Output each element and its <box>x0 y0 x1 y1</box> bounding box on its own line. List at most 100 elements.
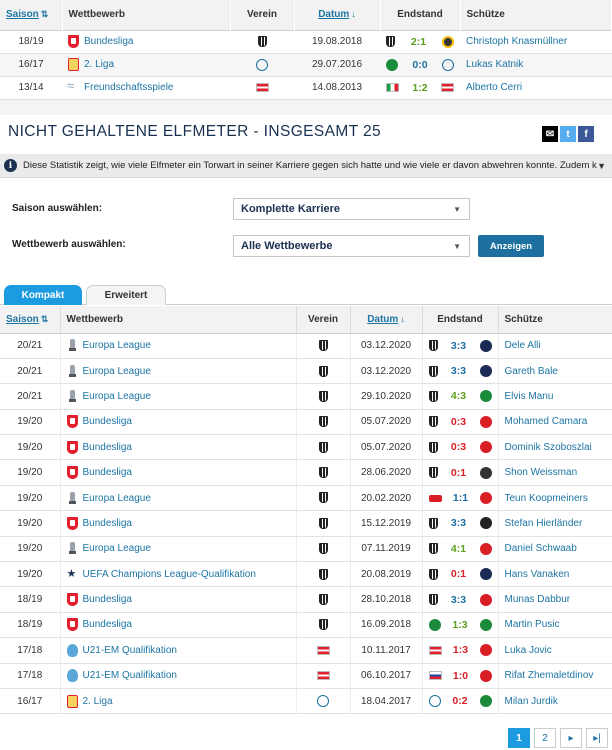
twitter-icon[interactable]: t <box>560 126 576 142</box>
page-2-button[interactable]: 2 <box>534 728 556 748</box>
competition-cell[interactable]: Europa League <box>60 383 297 410</box>
scorer-cell[interactable]: Martin Pusic <box>498 612 612 639</box>
result-cell[interactable]: 1:1 <box>422 485 499 512</box>
th-date[interactable]: Datum ↓ <box>294 0 381 30</box>
club-cell[interactable] <box>296 383 351 410</box>
austria-flag-icon[interactable] <box>255 82 269 92</box>
scorer-cell[interactable]: Christoph Knasmüllner <box>460 30 612 54</box>
result-cell[interactable]: 0:0 <box>380 53 460 77</box>
club-cell[interactable] <box>296 586 351 613</box>
show-button[interactable]: Anzeigen <box>478 235 544 257</box>
score-link[interactable]: 1:3 <box>452 619 467 631</box>
competition-cell[interactable]: Bundesliga <box>60 409 297 436</box>
info-bar[interactable]: i Diese Statistik zeigt, wie viele Elfme… <box>0 154 612 178</box>
competition-cell[interactable]: UEFA Champions League-Qualifikation <box>60 561 297 588</box>
score-link[interactable]: 1:2 <box>412 82 427 94</box>
competition-link[interactable]: 2. Liga <box>84 59 114 70</box>
lask-crest-icon[interactable] <box>318 517 328 529</box>
result-cell[interactable]: 0:3 <box>422 409 499 436</box>
competition-cell[interactable]: Europa League <box>60 358 297 385</box>
score-link[interactable]: 1:1 <box>453 492 468 504</box>
lask-crest-icon[interactable] <box>318 390 328 402</box>
competition-cell[interactable]: Bundesliga <box>60 612 297 639</box>
lask-crest-icon[interactable] <box>318 568 328 580</box>
club-cell[interactable] <box>230 76 294 100</box>
competition-cell[interactable]: Europa League <box>60 333 297 359</box>
club-cell[interactable] <box>230 53 294 77</box>
competition-link[interactable]: Europa League <box>83 493 151 504</box>
scorer-link[interactable]: Daniel Schwaab <box>505 543 577 554</box>
lask-crest-icon[interactable] <box>318 340 328 352</box>
result-cell[interactable]: 0:1 <box>422 561 499 588</box>
club-cell[interactable] <box>230 30 294 54</box>
club-cell[interactable] <box>296 434 351 461</box>
sort-desc-icon[interactable]: ↓ <box>400 314 405 324</box>
score-link[interactable]: 2:1 <box>411 36 426 48</box>
scorer-link[interactable]: Teun Koopmeiners <box>505 493 588 504</box>
scorer-link[interactable]: Stefan Hierländer <box>505 518 583 529</box>
scorer-link[interactable]: Martin Pusic <box>505 619 560 630</box>
austria-flag-icon[interactable] <box>316 645 330 655</box>
club-cell[interactable] <box>296 409 351 436</box>
competition-cell[interactable]: Freundschaftsspiele <box>62 76 230 100</box>
competition-link[interactable]: Europa League <box>83 543 151 554</box>
scorer-cell[interactable]: Mohamed Camara <box>498 409 612 436</box>
scorer-link[interactable]: Gareth Bale <box>505 366 558 377</box>
score-link[interactable]: 0:1 <box>451 467 466 479</box>
competition-cell[interactable]: Bundesliga <box>60 459 297 486</box>
season-select[interactable]: Komplette Karriere ▼ <box>233 198 470 220</box>
result-cell[interactable]: 2:1 <box>380 30 460 54</box>
lask-crest-icon[interactable] <box>318 365 328 377</box>
competition-link[interactable]: U21-EM Qualifikation <box>83 670 177 681</box>
club-cell[interactable] <box>296 459 351 486</box>
competition-link[interactable]: Bundesliga <box>83 467 132 478</box>
sort-icon[interactable]: ⇅ <box>41 9 49 19</box>
scorer-cell[interactable]: Munas Dabbur <box>498 586 612 613</box>
competition-select[interactable]: Alle Wettbewerbe ▼ <box>233 235 470 257</box>
result-cell[interactable]: 0:1 <box>422 459 499 486</box>
mail-icon[interactable]: ✉ <box>542 126 558 142</box>
result-cell[interactable]: 3:3 <box>422 333 499 359</box>
club-cell[interactable] <box>296 485 351 512</box>
lask-crest-icon[interactable] <box>318 543 328 555</box>
competition-cell[interactable]: U21-EM Qualifikation <box>60 663 297 689</box>
club-cell[interactable] <box>296 358 351 385</box>
competition-link[interactable]: Bundesliga <box>83 417 132 428</box>
lask-crest-icon[interactable] <box>318 416 328 428</box>
scorer-cell[interactable]: Hans Vanaken <box>498 561 612 588</box>
scorer-cell[interactable]: Luka Jovic <box>498 637 612 664</box>
club-cell[interactable] <box>296 612 351 639</box>
lask-crest-icon[interactable] <box>257 35 267 47</box>
tab-extended[interactable]: Erweitert <box>86 285 166 305</box>
scorer-link[interactable]: Dominik Szoboszlai <box>505 442 592 453</box>
club-cell[interactable] <box>296 333 351 359</box>
scorer-cell[interactable]: Daniel Schwaab <box>498 536 612 563</box>
scorer-cell[interactable]: Teun Koopmeiners <box>498 485 612 512</box>
club-cell[interactable] <box>296 663 351 689</box>
competition-cell[interactable]: Europa League <box>60 485 297 512</box>
result-cell[interactable]: 1:0 <box>422 663 499 689</box>
result-cell[interactable]: 4:3 <box>422 383 499 410</box>
scorer-link[interactable]: Elvis Manu <box>505 391 554 402</box>
competition-link[interactable]: Bundesliga <box>83 594 132 605</box>
score-link[interactable]: 3:3 <box>451 594 466 606</box>
competition-link[interactable]: Freundschaftsspiele <box>84 82 174 93</box>
scorer-cell[interactable]: Dele Alli <box>498 333 612 359</box>
lask-crest-icon[interactable] <box>318 594 328 606</box>
competition-cell[interactable]: U21-EM Qualifikation <box>60 637 297 664</box>
competition-link[interactable]: Bundesliga <box>83 442 132 453</box>
scorer-link[interactable]: Alberto Cerri <box>466 82 522 93</box>
result-cell[interactable]: 0:2 <box>422 688 499 715</box>
scorer-link[interactable]: Lukas Katnik <box>466 59 523 70</box>
competition-cell[interactable]: Bundesliga <box>60 586 297 613</box>
competition-link[interactable]: Europa League <box>83 391 151 402</box>
scorer-link[interactable]: Luka Jovic <box>505 645 552 656</box>
facebook-icon[interactable]: f <box>578 126 594 142</box>
scorer-cell[interactable]: Shon Weissman <box>498 459 612 486</box>
result-cell[interactable]: 1:2 <box>380 76 460 100</box>
competition-link[interactable]: Europa League <box>83 366 151 377</box>
scorer-link[interactable]: Christoph Knasmüllner <box>466 36 567 47</box>
scorer-cell[interactable]: Rifat Zhemaletdinov <box>498 663 612 689</box>
next-page-icon[interactable]: ▸ <box>560 728 582 748</box>
expand-arrow-icon[interactable]: ▼ <box>597 161 606 171</box>
